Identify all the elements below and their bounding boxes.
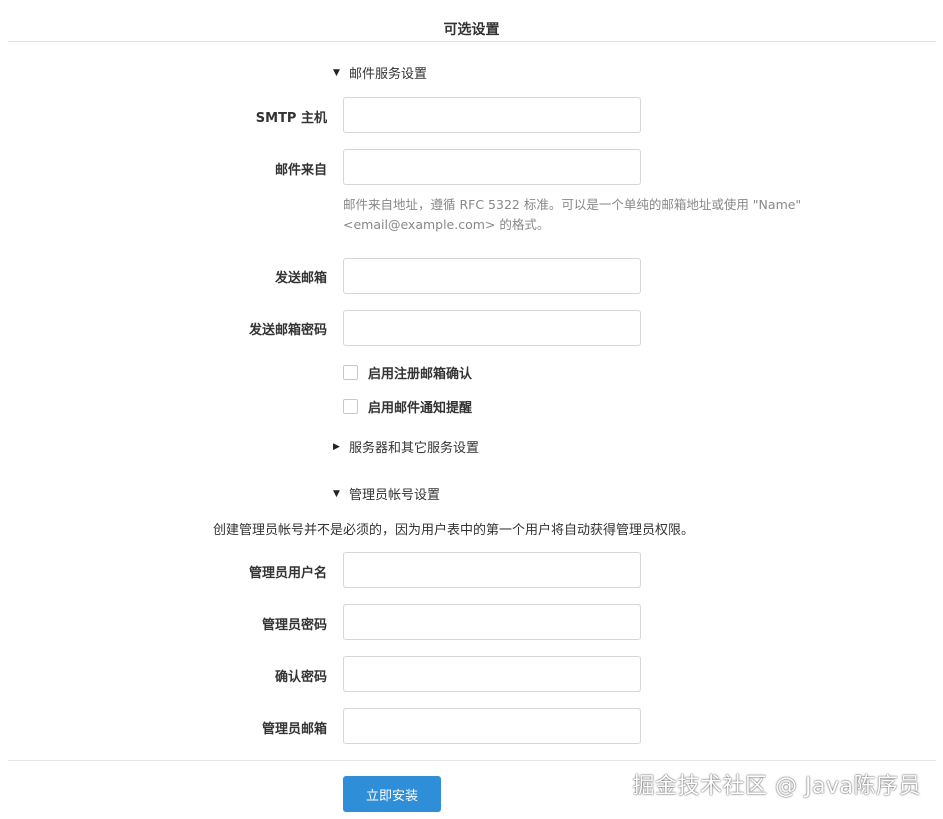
admin-email-label: 管理员邮箱 — [261, 722, 327, 737]
mail-from-help-line2: <email@example.com> 的格式。 — [343, 217, 550, 232]
admin-username-input[interactable] — [343, 552, 641, 588]
sender-email-label: 发送邮箱 — [274, 271, 327, 286]
mail-notify-label: 启用邮件通知提醒 — [368, 401, 473, 416]
section-toggle-server[interactable]: ▶ 服务器和其它服务设置 — [333, 437, 479, 456]
sender-password-label: 发送邮箱密码 — [248, 323, 327, 338]
caret-down-icon: ▼ — [333, 488, 340, 499]
page-title: 可选设置 — [443, 22, 500, 38]
watermark: 掘金技术社区 @ Java陈序员 — [632, 774, 921, 799]
mail-notify-checkbox[interactable] — [343, 399, 358, 414]
admin-username-label: 管理员用户名 — [248, 566, 327, 581]
section-label-server: 服务器和其它服务设置 — [349, 441, 480, 456]
confirm-password-input[interactable] — [343, 656, 641, 692]
admin-note: 创建管理员帐号并不是必须的，因为用户表中的第一个用户将自动获得管理员权限。 — [213, 523, 695, 538]
sender-password-input[interactable] — [343, 310, 641, 346]
sender-email-input[interactable] — [343, 258, 641, 294]
mail-from-help-text: 邮件来自地址，遵循 RFC 5322 标准。可以是一个单纯的邮箱地址或使用 "N… — [343, 195, 863, 235]
caret-down-icon: ▼ — [333, 67, 340, 78]
mail-from-label: 邮件来自 — [274, 163, 327, 178]
register-confirm-label: 启用注册邮箱确认 — [368, 367, 473, 382]
confirm-password-label: 确认密码 — [274, 670, 327, 685]
admin-email-input[interactable] — [343, 708, 641, 744]
smtp-host-input[interactable] — [343, 97, 641, 133]
section-label-admin: 管理员帐号设置 — [349, 488, 441, 503]
smtp-host-label: SMTP 主机 — [255, 111, 327, 126]
register-confirm-checkbox[interactable] — [343, 365, 358, 380]
section-toggle-admin[interactable]: ▼ 管理员帐号设置 — [333, 484, 440, 503]
section-toggle-email[interactable]: ▼ 邮件服务设置 — [333, 63, 427, 82]
top-divider — [8, 41, 936, 42]
install-button[interactable]: 立即安装 — [343, 776, 441, 812]
mail-from-help-line1: 邮件来自地址，遵循 RFC 5322 标准。可以是一个单纯的邮箱地址或使用 "N… — [343, 197, 802, 212]
section-label-email: 邮件服务设置 — [349, 67, 428, 82]
mail-from-input[interactable] — [343, 149, 641, 185]
admin-password-input[interactable] — [343, 604, 641, 640]
mail-notify-checkbox-row[interactable]: 启用邮件通知提醒 — [343, 397, 472, 416]
bottom-divider — [8, 760, 936, 761]
admin-password-label: 管理员密码 — [261, 618, 327, 633]
caret-right-icon: ▶ — [333, 441, 340, 452]
register-confirm-checkbox-row[interactable]: 启用注册邮箱确认 — [343, 363, 472, 382]
